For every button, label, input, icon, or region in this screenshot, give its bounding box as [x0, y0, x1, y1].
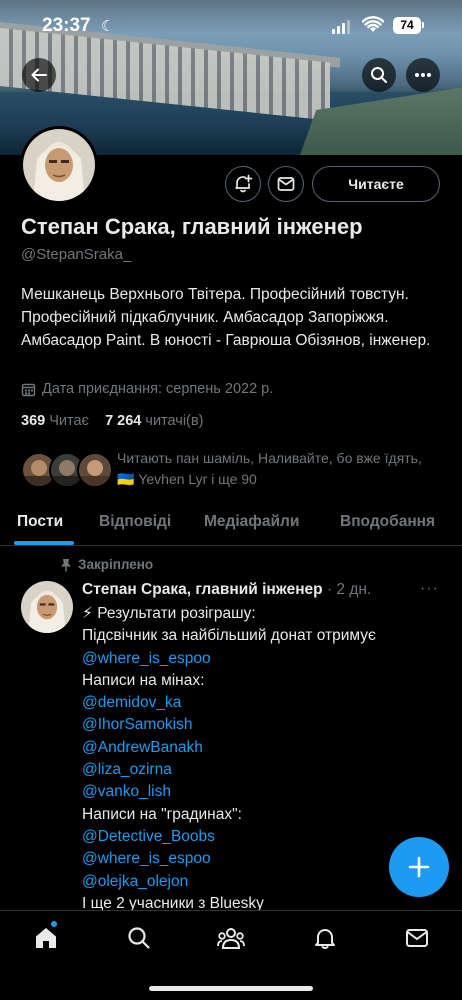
known-followers-text: Читають пан шаміль, Наливайте, бо вже їд… [117, 448, 437, 490]
message-button[interactable] [268, 166, 304, 202]
battery-indicator: 74 [393, 17, 421, 34]
back-button[interactable] [22, 58, 56, 92]
tab-posts[interactable]: Пости [17, 513, 63, 531]
mention-link[interactable]: @Detective_Boobs [82, 826, 442, 848]
compose-button[interactable] [389, 837, 449, 897]
people-icon [217, 928, 245, 949]
tab-likes[interactable]: Вподобання [340, 513, 435, 531]
active-tab-indicator [14, 541, 74, 545]
mention-link[interactable]: @where_is_espoo [82, 648, 442, 670]
bell-plus-icon [235, 174, 253, 193]
bell-icon [315, 929, 335, 949]
following-button[interactable]: Читаєте [312, 166, 440, 202]
calendar-icon [21, 383, 36, 396]
more-icon [415, 73, 431, 77]
join-date-text: Дата приєднання: серпень 2022 р. [42, 381, 274, 397]
notifications-subscribe-button[interactable] [225, 166, 261, 202]
nav-notifications[interactable] [310, 923, 340, 953]
pinned-indicator: Закріплено [60, 557, 153, 572]
status-time: 23:37 [42, 15, 91, 36]
profile-handle: @StepanSraka_ [21, 246, 132, 263]
mention-link[interactable]: @where_is_espoo [82, 848, 442, 870]
following-label: Читає [49, 413, 89, 429]
home-notification-dot [51, 921, 57, 927]
tab-media[interactable]: Медіафайли [204, 513, 299, 531]
tab-replies[interactable]: Відповіді [99, 513, 171, 531]
profile-tabs: Пости Відповіді Медіафайли Вподобання [0, 500, 462, 546]
mention-link[interactable]: @olejka_olejon [82, 871, 442, 893]
envelope-icon [277, 177, 295, 191]
more-options-button[interactable] [406, 58, 440, 92]
post-text-line: ⚡ Результати розіграшу: [82, 605, 256, 622]
profile-name: Степан Срака, главний інженер [21, 214, 363, 239]
home-icon [36, 928, 56, 948]
avatar-image [21, 581, 73, 633]
pin-icon [61, 558, 71, 571]
followers-link[interactable]: 7 264 читачі(в) [105, 413, 203, 429]
mention-link[interactable]: @AndrewBanakh [82, 737, 442, 759]
mention-link[interactable]: @demidov_ka [82, 692, 442, 714]
post-time[interactable]: · 2 дн. [323, 581, 371, 598]
followers-count: 7 264 [105, 413, 142, 429]
post-header: Степан Срака, главний інженер · 2 дн. [82, 581, 371, 599]
search-button[interactable] [362, 58, 396, 92]
home-indicator [149, 986, 313, 991]
nav-search[interactable] [124, 923, 154, 953]
signal-icon [332, 20, 352, 34]
mention-link[interactable]: @IhorSamokish [82, 714, 442, 736]
following-count: 369 [21, 413, 46, 429]
post-text-line: Написи на мінах: [82, 671, 205, 689]
avatar-image [23, 129, 95, 201]
envelope-icon [406, 929, 428, 947]
known-followers-suffix: Yevhen Lyr і ще 90 [134, 471, 257, 487]
plus-icon [408, 856, 430, 878]
profile-avatar[interactable] [20, 126, 98, 204]
moon-icon: ☾ [101, 18, 115, 35]
post-author-name[interactable]: Степан Срака, главний інженер [82, 581, 323, 598]
mention-link[interactable]: @vanko_lish [82, 781, 442, 803]
follower-avatar [77, 452, 113, 488]
bottom-navigation [0, 910, 462, 1000]
arrow-left-icon [31, 68, 47, 82]
search-icon [128, 927, 150, 949]
followers-label: читачі(в) [145, 413, 204, 429]
post-body: ⚡ Результати розіграшу: Підсвічник за най… [82, 603, 442, 915]
mention-link[interactable]: @liza_ozirna [82, 759, 442, 781]
known-followers[interactable]: Читають пан шаміль, Наливайте, бо вже їд… [21, 448, 441, 492]
battery-tip [422, 22, 424, 28]
ukraine-flag: 🇺🇦 [117, 471, 135, 487]
post-author-avatar[interactable] [21, 581, 73, 633]
wifi-icon [362, 16, 384, 32]
known-followers-prefix: Читають пан шаміль, Наливайте, бо вже їд… [117, 450, 422, 466]
nav-communities[interactable] [216, 923, 246, 953]
nav-home[interactable] [31, 923, 61, 953]
status-bar: 23:37 ☾ 74 [0, 0, 462, 52]
join-date: Дата приєднання: серпень 2022 р. [21, 381, 273, 397]
search-icon [371, 67, 387, 83]
profile-bio: Мешканець Верхнього Твітера. Професійний… [21, 286, 431, 349]
following-link[interactable]: 369 Читає [21, 413, 89, 429]
post-text-line: Написи на "градинах": [82, 805, 242, 823]
nav-messages[interactable] [402, 923, 432, 953]
pinned-label: Закріплено [78, 557, 154, 572]
post-more-button[interactable]: ··· [420, 580, 439, 598]
post-text-line: Підсвічник за найбільший донат отримує [82, 627, 376, 645]
follow-stats: 369 Читає 7 264 читачі(в) [21, 413, 203, 429]
